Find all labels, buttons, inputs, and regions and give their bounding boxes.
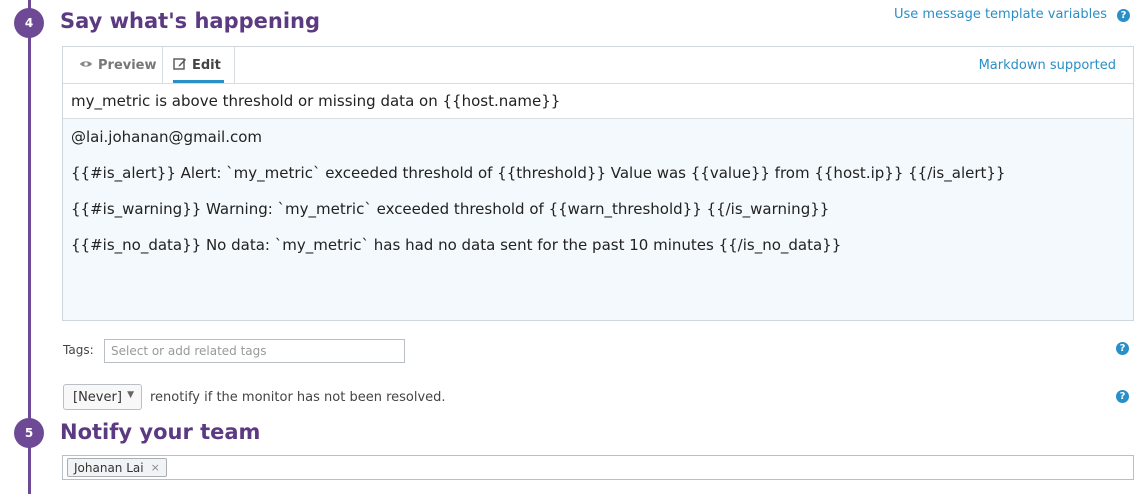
step-4-badge: 4 bbox=[14, 8, 44, 38]
tags-label: Tags: bbox=[63, 343, 94, 357]
edit-icon bbox=[173, 57, 187, 75]
step-5-title: Notify your team bbox=[60, 420, 261, 444]
body-line-warning: {{#is_warning}} Warning: `my_metric` exc… bbox=[71, 200, 830, 218]
message-editor: Preview Edit Markdown supported my_metri… bbox=[62, 46, 1134, 321]
tab-edit-label: Edit bbox=[192, 58, 221, 73]
renotify-select-value: [Never] bbox=[73, 390, 122, 405]
recipient-chip: Johanan Lai × bbox=[67, 458, 167, 477]
body-line-no-data: {{#is_no_data}} No data: `my_metric` has… bbox=[71, 236, 842, 254]
template-variables-link[interactable]: Use message template variables bbox=[894, 7, 1107, 22]
remove-recipient-icon[interactable]: × bbox=[151, 461, 160, 474]
eye-icon bbox=[79, 58, 93, 73]
step-5-badge: 5 bbox=[14, 418, 44, 448]
body-line-mention: @lai.johanan@gmail.com bbox=[71, 128, 263, 146]
tab-edit[interactable]: Edit bbox=[163, 47, 235, 84]
tab-preview-label: Preview bbox=[98, 58, 157, 73]
tags-help-icon[interactable]: ? bbox=[1116, 342, 1129, 355]
body-line-alert: {{#is_alert}} Alert: `my_metric` exceede… bbox=[71, 164, 1006, 182]
editor-tabbar: Preview Edit Markdown supported bbox=[63, 47, 1133, 84]
tab-preview[interactable]: Preview bbox=[69, 47, 163, 84]
renotify-help-icon[interactable]: ? bbox=[1116, 390, 1129, 403]
renotify-select[interactable]: [Never] ▼ bbox=[63, 384, 142, 410]
message-title-input[interactable]: my_metric is above threshold or missing … bbox=[63, 84, 1133, 119]
message-body-textarea[interactable]: @lai.johanan@gmail.com {{#is_alert}} Ale… bbox=[63, 119, 1133, 320]
notify-team-input[interactable]: Johanan Lai × bbox=[62, 455, 1134, 480]
question-circle-icon[interactable]: ? bbox=[1117, 9, 1130, 22]
renotify-text: renotify if the monitor has not been res… bbox=[150, 390, 446, 405]
markdown-supported-link[interactable]: Markdown supported bbox=[979, 58, 1116, 73]
recipient-name: Johanan Lai bbox=[74, 460, 144, 475]
chevron-down-icon: ▼ bbox=[127, 390, 134, 400]
step-4-title: Say what's happening bbox=[60, 9, 321, 33]
tags-input[interactable]: Select or add related tags bbox=[104, 339, 405, 363]
